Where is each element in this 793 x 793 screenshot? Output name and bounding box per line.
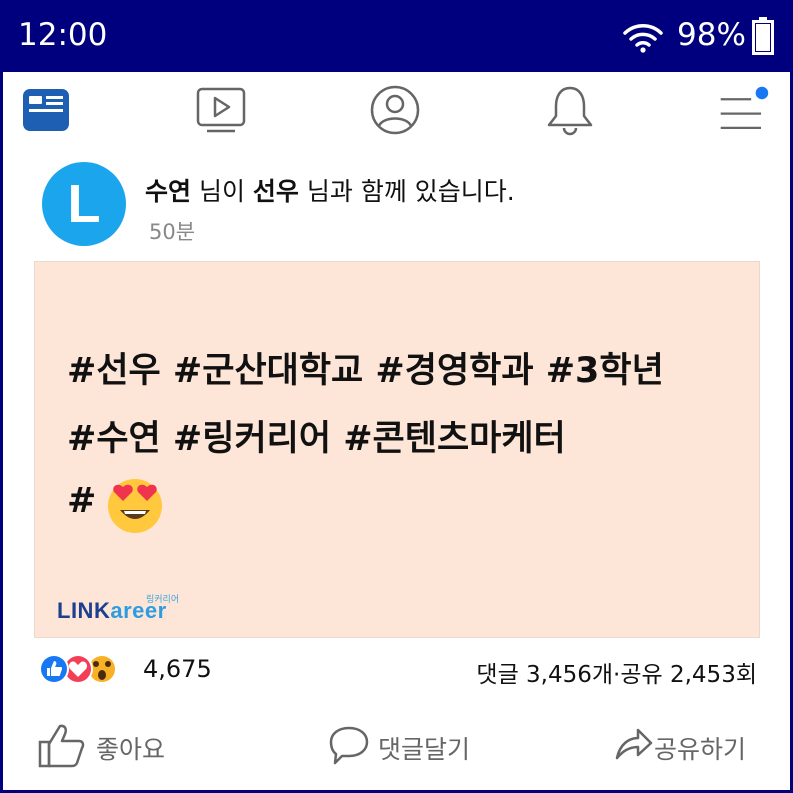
hashtag-line-2: #수연 #링커리어 #콘텐츠마케터 [67,419,566,459]
wifi-icon [623,24,663,53]
headline-text-1: 님이 [191,177,253,206]
headline-text-2: 님과 함께 있습니다. [298,177,515,206]
share-arrow-icon [615,728,653,760]
brand-part-2: areer [110,598,167,623]
post-image[interactable]: #선우 #군산대학교 #경영학과 #3학년 #수연 #링커리어 #콘텐츠마케터 … [34,261,760,638]
like-label: 좋아요 [96,735,166,764]
brand-part-1: LINK [57,598,111,623]
hashtag-line-1: #선우 #군산대학교 #경영학과 #3학년 [67,351,664,391]
comment-label: 댓글달기 [378,735,471,764]
comment-button[interactable]: 댓글달기 [328,722,498,770]
post-timestamp[interactable]: 50분 [149,216,195,246]
comment-bubble-icon [329,726,369,765]
menu-icon[interactable] [718,84,770,136]
linkareer-logo: LINKareer [57,598,167,624]
reaction-icons[interactable] [38,652,130,686]
heart-eyes-emoji-icon [108,479,162,533]
avatar[interactable]: L [42,162,126,246]
share-button[interactable]: 공유하기 [614,722,764,770]
comments-shares-count[interactable]: 댓글 3,456개·공유 2,453회 [476,655,757,689]
like-button[interactable]: 좋아요 [38,722,188,770]
status-time: 12:00 [18,17,108,53]
video-icon[interactable] [195,84,247,136]
share-label: 공유하기 [654,735,747,764]
tagged-name[interactable]: 선우 [253,177,299,206]
battery-icon [752,17,774,55]
reaction-count[interactable]: 4,675 [143,655,212,683]
post-headline: 수연 님이 선우 님과 함께 있습니다. [145,172,515,208]
hashtag-line-3: # [67,481,97,521]
profile-icon[interactable] [369,84,421,136]
bell-icon[interactable] [544,84,596,136]
thumbs-up-icon [38,724,85,768]
status-bar: 12:00 98% [0,0,793,72]
news-feed-icon[interactable] [20,84,72,136]
author-name[interactable]: 수연 [145,177,191,206]
battery-percentage: 98% [677,17,746,53]
